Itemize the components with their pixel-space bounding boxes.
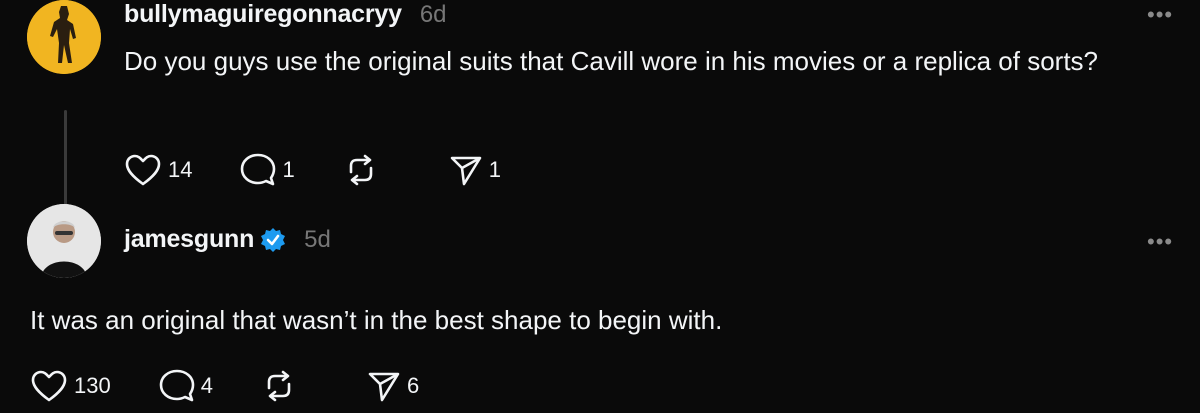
post2-repost-button[interactable] xyxy=(261,368,297,404)
avatar-portrait-icon xyxy=(27,204,101,278)
post2-reply-count: 4 xyxy=(200,373,213,398)
heart-icon xyxy=(125,154,161,186)
thread-connector-line xyxy=(64,110,67,205)
repost-icon xyxy=(267,370,291,402)
post2-timestamp: 5d xyxy=(304,225,331,253)
post2-reply-button[interactable]: 4 xyxy=(159,368,213,404)
post1-reply-count: 1 xyxy=(282,157,295,182)
post2-text: It was an original that wasn’t in the be… xyxy=(30,305,723,335)
post2-username[interactable]: jamesgunn xyxy=(124,225,254,254)
avatar-jamesgunn[interactable] xyxy=(27,204,101,278)
avatar-figure-icon xyxy=(27,0,101,74)
post2-share-count: 6 xyxy=(406,373,420,398)
comment-bubble-icon xyxy=(241,153,276,186)
post1-timestamp: 6d xyxy=(419,1,447,28)
send-icon xyxy=(450,156,482,186)
repost-icon xyxy=(349,154,373,186)
post2-like-count: 130 xyxy=(74,373,111,398)
comment-bubble-icon xyxy=(159,369,195,402)
heart-icon xyxy=(31,370,67,402)
post1-share-button[interactable]: 1 xyxy=(449,153,501,187)
post1-text: Do you guys use the original suits that … xyxy=(124,46,1098,76)
post1-repost-button[interactable] xyxy=(343,152,379,188)
verified-badge-icon xyxy=(261,227,286,252)
post2-share-button[interactable]: 6 xyxy=(367,369,419,403)
post1-like-count: 14 xyxy=(168,157,193,182)
post2-more-options-icon[interactable]: ••• xyxy=(1147,229,1173,255)
send-icon xyxy=(368,372,400,402)
post1-more-options-icon[interactable]: ••• xyxy=(1147,2,1173,28)
post1-username[interactable]: bullymaguiregonnacryy xyxy=(124,0,402,29)
post1-reply-button[interactable]: 1 xyxy=(240,152,295,188)
post2-like-button[interactable]: 130 xyxy=(30,369,111,403)
post1-share-count: 1 xyxy=(488,157,501,182)
avatar-bullymaguiregonnacryy[interactable] xyxy=(27,0,101,74)
post1-like-button[interactable]: 14 xyxy=(124,153,192,187)
